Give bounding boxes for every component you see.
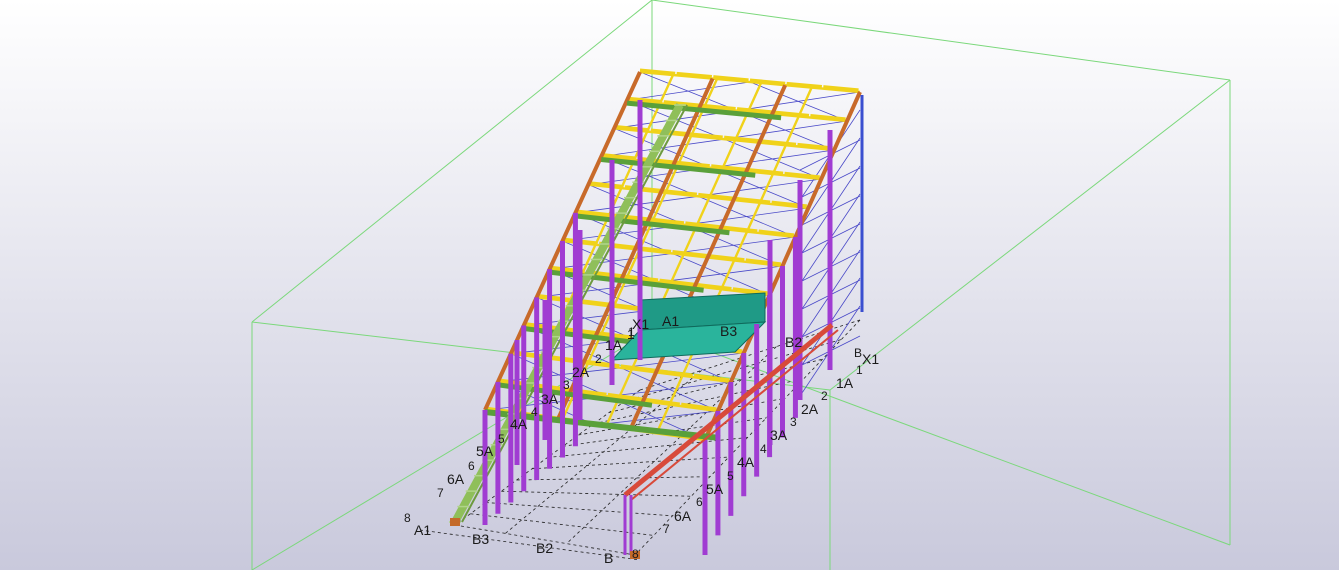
- grid-label: B: [604, 550, 613, 566]
- grid-label: 2A: [572, 364, 590, 380]
- grid-label: A1: [414, 522, 431, 538]
- grid-label: 4A: [510, 416, 528, 432]
- grid-label: 2: [595, 352, 602, 366]
- grid-label: B2: [785, 334, 802, 350]
- grid-label: 5: [727, 469, 734, 483]
- grid-label: 4: [531, 405, 538, 419]
- grid-label: 5: [498, 432, 505, 446]
- grid-label: 4A: [737, 454, 755, 470]
- 3d-model-viewport[interactable]: 8 A1 B3 B2 B 7 6A 6 5A 5 4A 4 3A 3 2A 2 1A 1 8 7 6A 6 5A 5 4A 4 3A…: [0, 0, 1339, 570]
- grid-label: 6: [696, 495, 703, 509]
- foundation-pad: [450, 518, 460, 526]
- grid-label: X1: [862, 351, 879, 367]
- grid-label: 8: [632, 547, 639, 561]
- grid-label: 5A: [706, 481, 724, 497]
- grid-label: 5A: [476, 443, 494, 459]
- grid-label: 1: [627, 326, 635, 342]
- grid-label: 2A: [801, 401, 819, 417]
- grid-label: A1: [662, 313, 679, 329]
- grid-label: 3A: [770, 427, 788, 443]
- grid-label: 2: [821, 389, 828, 403]
- grid-label: 3: [790, 415, 797, 429]
- grid-label: 7: [663, 522, 670, 536]
- grid-label: 6: [468, 459, 475, 473]
- grid-label: 3A: [541, 391, 559, 407]
- grid-label: B: [854, 346, 862, 360]
- grid-label: 6A: [674, 508, 692, 524]
- grid-label: 8: [404, 511, 411, 525]
- grid-label: B2: [536, 540, 553, 556]
- grid-label: B3: [720, 323, 737, 339]
- grid-label: 1A: [605, 337, 623, 353]
- grid-label: B3: [472, 531, 489, 547]
- grid-label: 4: [760, 442, 767, 456]
- steel-structure-3d-view[interactable]: 8A1B3B2B76A65A54A43A32A21A1876A65A54A43A…: [0, 0, 1339, 570]
- grid-label: 3: [563, 378, 570, 392]
- grid-label: 7: [437, 486, 444, 500]
- grid-label: 1A: [836, 375, 854, 391]
- grid-label: 6A: [447, 471, 465, 487]
